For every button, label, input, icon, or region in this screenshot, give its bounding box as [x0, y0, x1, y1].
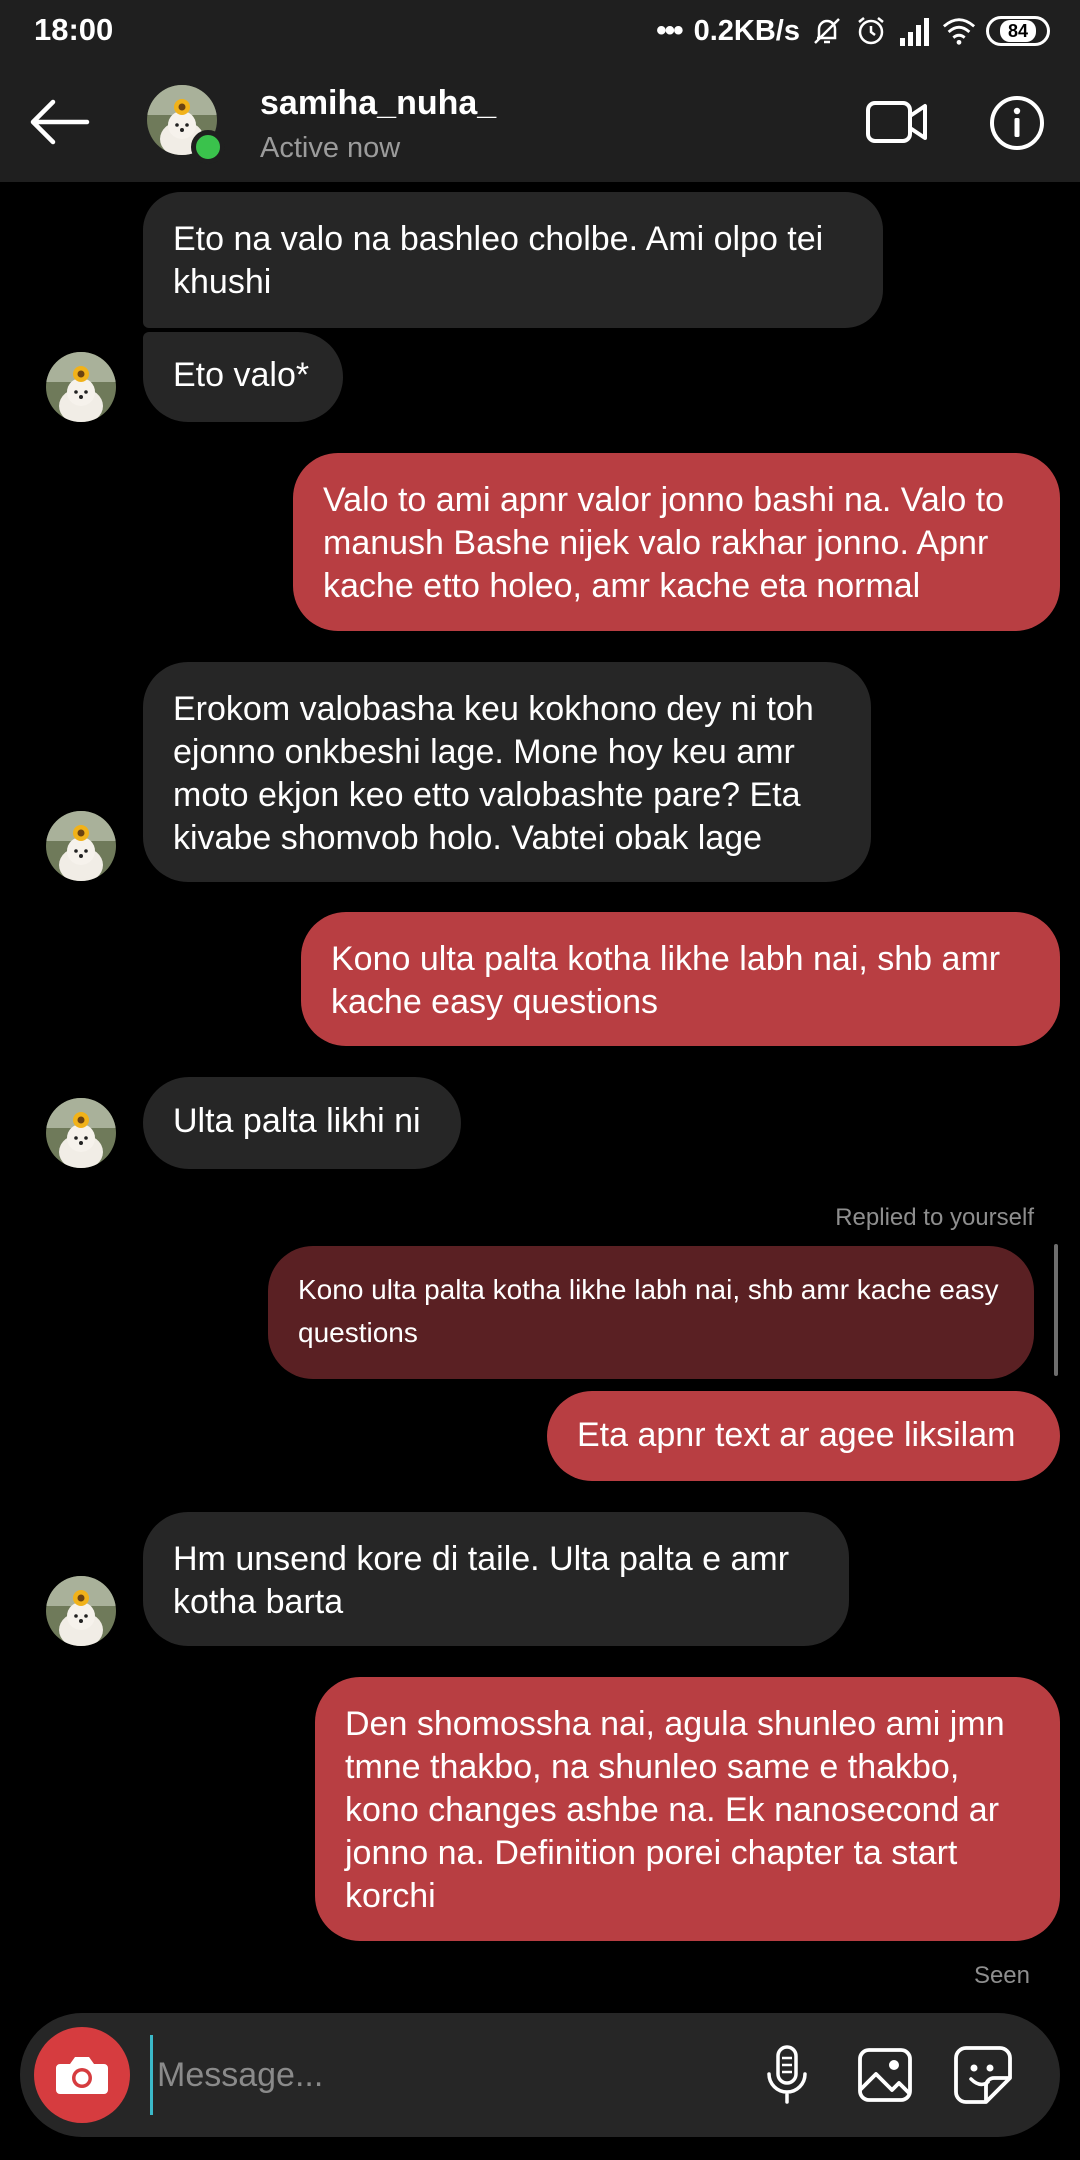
dog-avatar-icon	[46, 1098, 116, 1168]
seen-indicator: Seen	[973, 1962, 1030, 1989]
alarm-icon	[854, 14, 888, 48]
active-status: Active now	[260, 132, 401, 164]
network-speed: 0.2KB/s	[693, 14, 800, 47]
chat-username[interactable]: samiha_nuha_	[260, 84, 496, 123]
voice-message-button[interactable]	[754, 2041, 820, 2109]
sender-avatar[interactable]	[46, 811, 116, 881]
incoming-message[interactable]: Ulta palta likhi ni	[143, 1077, 461, 1169]
message-composer	[20, 2013, 1060, 2137]
status-icons: ••• 0.2KB/s 84	[656, 10, 1050, 52]
wifi-icon	[942, 14, 976, 48]
camera-button[interactable]	[34, 2027, 130, 2123]
incoming-message[interactable]: Erokom valobasha keu kokhono dey ni toh …	[143, 662, 871, 882]
dog-avatar-icon	[46, 1576, 116, 1646]
microphone-icon	[767, 2045, 807, 2104]
sender-avatar[interactable]	[46, 1576, 116, 1646]
incoming-message[interactable]: Eto valo*	[143, 332, 343, 422]
back-button[interactable]	[24, 90, 94, 154]
more-notifications-icon: •••	[656, 14, 683, 47]
video-camera-icon	[866, 101, 927, 143]
info-icon	[990, 96, 1044, 150]
gallery-button[interactable]	[852, 2041, 918, 2109]
battery-icon: 84	[986, 16, 1050, 46]
outgoing-message[interactable]: Valo to ami apnr valor jonno bashi na. V…	[293, 453, 1060, 631]
status-time: 18:00	[34, 12, 114, 47]
camera-icon	[56, 2057, 108, 2094]
outgoing-message[interactable]: Eta apnr text ar agee liksilam	[547, 1391, 1060, 1481]
scrollbar[interactable]	[1054, 1244, 1058, 1376]
image-icon	[858, 2048, 912, 2102]
sender-avatar[interactable]	[46, 352, 116, 422]
dog-avatar-icon	[46, 352, 116, 422]
dog-avatar-icon	[46, 811, 116, 881]
reply-label: Replied to yourself	[835, 1204, 1034, 1231]
incoming-message[interactable]: Hm unsend kore di taile. Ulta palta e am…	[143, 1512, 849, 1646]
back-arrow-icon	[30, 99, 90, 145]
signal-icon	[898, 14, 932, 48]
online-indicator	[191, 130, 225, 164]
chat-header: samiha_nuha_ Active now	[0, 62, 1080, 182]
battery-level: 84	[999, 20, 1037, 42]
sender-avatar[interactable]	[46, 1098, 116, 1168]
info-button[interactable]	[988, 94, 1046, 152]
status-bar: 18:00 ••• 0.2KB/s 84	[0, 0, 1080, 62]
sticker-button[interactable]	[950, 2041, 1016, 2109]
sticker-icon	[954, 2046, 1012, 2104]
replied-quote[interactable]: Kono ulta palta kotha likhe labh nai, sh…	[268, 1246, 1034, 1379]
outgoing-message[interactable]: Den shomossha nai, agula shunleo ami jmn…	[315, 1677, 1060, 1941]
message-input[interactable]	[150, 2035, 750, 2115]
mute-bell-icon	[810, 14, 844, 48]
outgoing-message[interactable]: Kono ulta palta kotha likhe labh nai, sh…	[301, 912, 1060, 1046]
video-call-button[interactable]	[864, 92, 930, 152]
incoming-message[interactable]: Eto na valo na bashleo cholbe. Ami olpo …	[143, 192, 883, 328]
